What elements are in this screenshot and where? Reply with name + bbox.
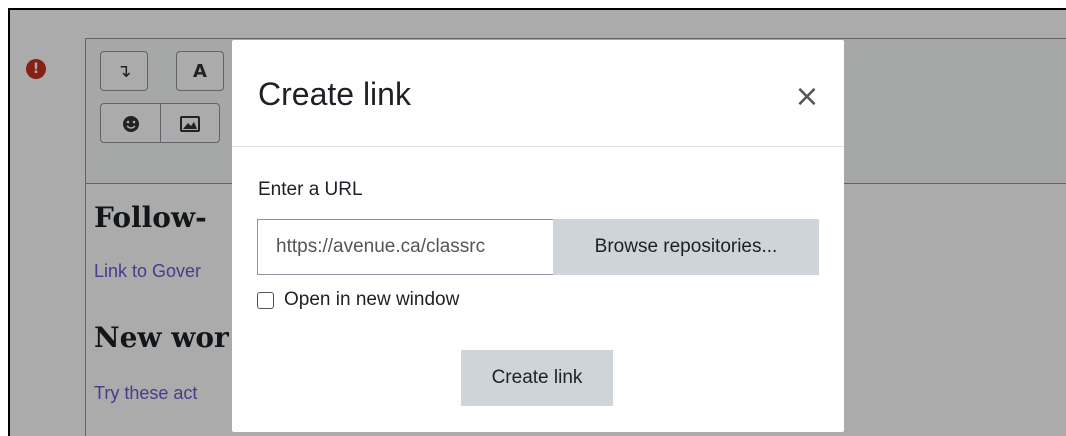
open-new-window-option[interactable]: Open in new window — [257, 289, 459, 311]
toolbar-image-button[interactable] — [160, 103, 220, 143]
toolbar-collapse-button[interactable]: ↴ — [100, 51, 148, 91]
content-text-2: Try these act — [94, 383, 198, 403]
app-frame: ! ↴ A Follow- Link to Gover New wor Try … — [8, 8, 1066, 436]
content-link-1[interactable]: Link to Gover — [94, 261, 201, 282]
content-heading-1: Follow- — [94, 201, 207, 234]
url-input[interactable] — [257, 219, 553, 275]
smiley-icon — [122, 116, 139, 132]
url-label: Enter a URL — [258, 179, 363, 200]
close-icon[interactable]: × — [792, 82, 822, 112]
dialog-header: Create link × — [232, 40, 844, 147]
content-heading-2: New wor — [94, 321, 229, 354]
url-row: Browse repositories... — [257, 219, 819, 275]
dialog-title: Create link — [258, 76, 411, 112]
image-icon — [180, 116, 200, 132]
create-link-dialog: Create link × Enter a URL Browse reposit… — [232, 40, 844, 432]
toolbar-emoji-button[interactable] — [100, 103, 160, 143]
browse-repositories-button[interactable]: Browse repositories... — [553, 219, 819, 275]
open-new-window-checkbox[interactable] — [257, 291, 274, 309]
toolbar-font-button[interactable]: A — [176, 51, 224, 91]
create-link-button[interactable]: Create link — [461, 350, 613, 406]
open-new-window-label: Open in new window — [284, 289, 460, 310]
error-icon: ! — [26, 59, 46, 79]
